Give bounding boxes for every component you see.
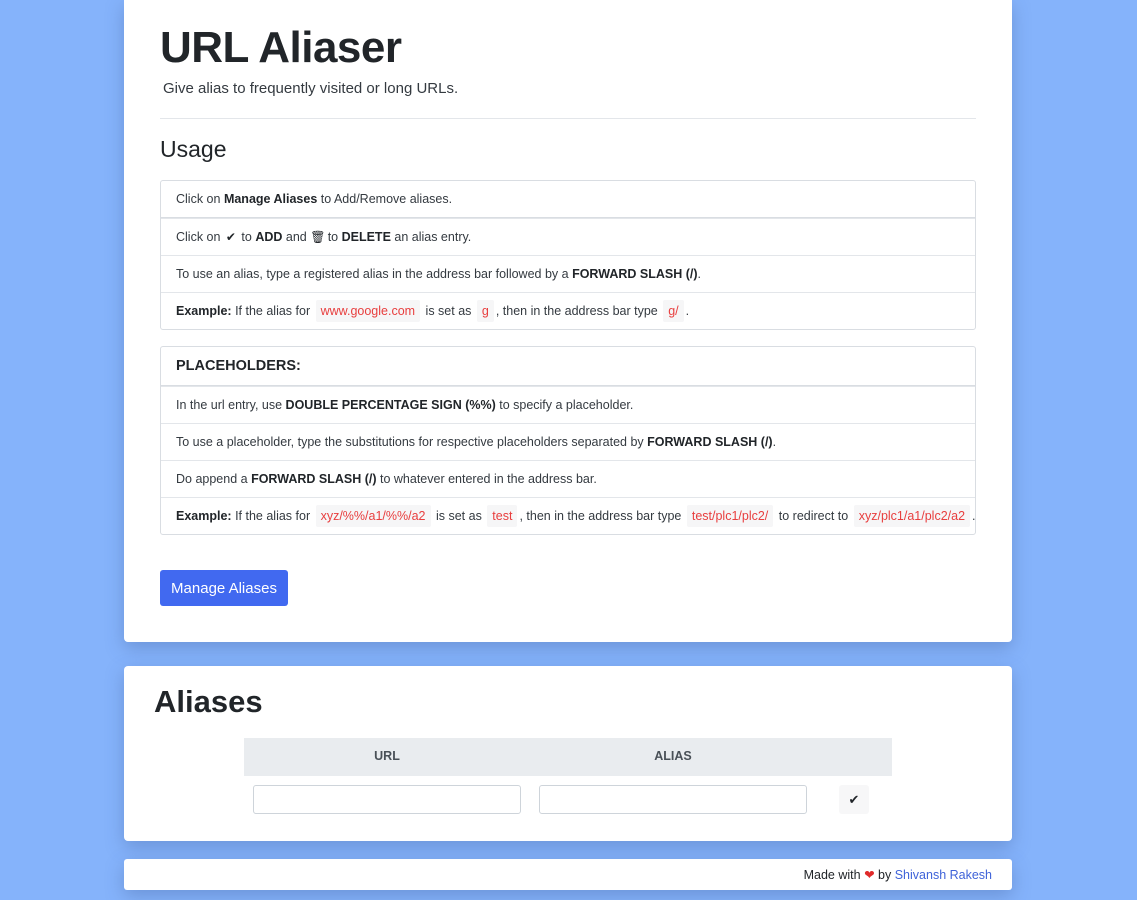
table-header: URL ALIAS [244,738,892,776]
footer: Made with ❤ by Shivansh Rakesh [124,859,1012,890]
bold-text: Manage Aliases [223,192,318,206]
placeholders-list: PLACEHOLDERS: In the url entry, use DOUB… [160,346,976,535]
check-icon: ✔ [225,230,236,244]
bold-text: FORWARD SLASH (/) [647,435,773,449]
page-title: URL Aliaser [160,23,402,72]
by-text: by [878,868,892,882]
add-alias-button[interactable]: ✔ [839,785,869,814]
bold-text: FORWARD SLASH (/) [251,472,377,486]
footer-credit: Made with ❤ by Shivansh Rakesh [804,867,992,882]
example-label: Example: [176,304,232,318]
text: If the alias for [231,509,314,523]
text: to [324,230,342,244]
text: to [237,230,256,244]
alias-input[interactable] [539,785,807,814]
text: , then in the address bar type [519,509,685,523]
page-subtitle: Give alias to frequently visited or long… [163,80,459,97]
text: and [282,230,311,244]
bold-text: ADD [255,230,283,244]
aliases-table: URL ALIAS ✔ [244,738,892,814]
placeholders-heading: PLACEHOLDERS: [161,347,975,386]
code-snippet: g [476,300,494,322]
list-item: To use a placeholder, type the substitut… [161,423,975,460]
text: To use a placeholder, type the substitut… [176,435,648,449]
aliases-title: Aliases [154,684,263,719]
list-item: To use an alias, type a registered alias… [161,255,975,292]
made-with-text: Made with [803,868,861,882]
text: In the url entry, use [176,398,286,412]
trash-icon: 🗑 [310,230,326,244]
text: Do append a [176,472,252,486]
list-item: Click on ✔ to ADD and 🗑 to DELETE an ali… [161,218,975,255]
text: Click on [176,230,224,244]
bold-text: DELETE [341,230,391,244]
manage-aliases-button[interactable]: Manage Aliases [160,570,288,606]
list-item: Example: If the alias for xyz/%%/a1/%%/a… [161,497,976,534]
usage-card: URL Aliaser Give alias to frequently vis… [124,0,1012,642]
column-header-alias: ALIAS [654,749,692,763]
code-snippet: test [487,505,518,527]
author-link[interactable]: Shivansh Rakesh [895,868,992,882]
text: to specify a placeholder. [495,398,634,412]
bold-text: FORWARD SLASH (/) [572,267,698,281]
text: is set as [422,304,475,318]
list-item: Click on Manage Aliases to Add/Remove al… [161,181,975,218]
example-label: Example: [176,509,232,523]
text: to Add/Remove aliases. [317,192,453,206]
code-snippet: www.google.com [315,300,421,322]
text: . [772,435,777,449]
text: , then in the address bar type [495,304,662,318]
text: . [685,304,690,318]
column-header-url: URL [374,749,400,763]
list-item: Do append a FORWARD SLASH (/) to whateve… [161,460,975,497]
usage-heading: Usage [160,136,227,162]
text: an alias entry. [390,230,472,244]
divider [160,118,976,119]
check-icon: ✔ [848,791,860,807]
text: . [972,509,976,523]
code-snippet: g/ [663,300,684,322]
list-item: Example: If the alias for www.google.com… [161,292,975,329]
text: to whatever entered in the address bar. [376,472,597,486]
text: If the alias for [231,304,314,318]
url-input[interactable] [253,785,521,814]
usage-list: Click on Manage Aliases to Add/Remove al… [160,180,976,330]
code-snippet: xyz/plc1/a1/plc2/a2 [853,505,971,527]
text: Click on [176,192,224,206]
text: is set as [432,509,486,523]
aliases-card: Aliases URL ALIAS ✔ [124,666,1012,841]
code-snippet: test/plc1/plc2/ [686,505,774,527]
text: . [697,267,702,281]
bold-text: DOUBLE PERCENTAGE SIGN (%%) [285,398,496,412]
list-item: In the url entry, use DOUBLE PERCENTAGE … [161,386,975,423]
text: To use an alias, type a registered alias… [176,267,573,281]
code-snippet: xyz/%%/a1/%%/a2 [315,505,431,527]
text: to redirect to [775,509,852,523]
heart-icon: ❤ [864,868,875,882]
